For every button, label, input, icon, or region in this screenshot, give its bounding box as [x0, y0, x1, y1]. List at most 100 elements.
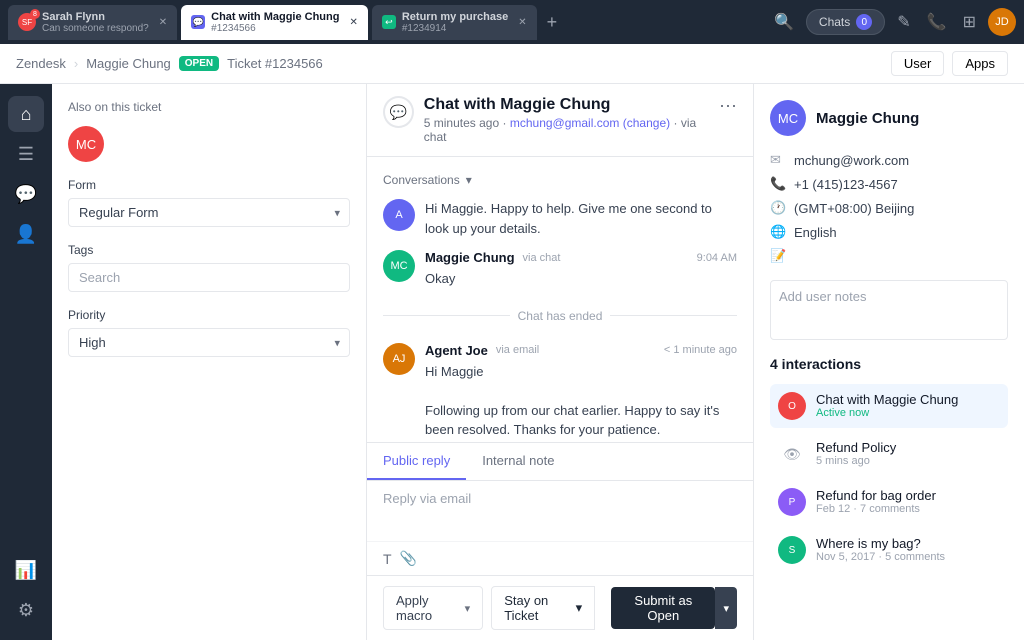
interaction-icon-eye: 👁: [778, 440, 806, 468]
chat-menu-button[interactable]: ⋯: [719, 96, 737, 117]
message-content: Hi Maggie. Happy to help. Give me one se…: [425, 199, 737, 238]
interaction-meta-bag-order: Feb 12 · 7 comments: [816, 503, 1000, 515]
interaction-content-refund-policy: Refund Policy 5 mins ago: [816, 440, 1000, 468]
interactions-title: 4 interactions: [770, 356, 1008, 372]
chat-time: 5 minutes ago: [424, 116, 499, 130]
chat-header-info: Chat with Maggie Chung 5 minutes ago · m…: [424, 96, 709, 144]
conversations-text: Conversations: [383, 173, 460, 187]
submit-as-open-button[interactable]: Submit as Open: [611, 587, 715, 629]
stay-on-ticket-button[interactable]: Stay on Ticket ▾: [491, 586, 595, 630]
breadcrumb-ticket: Ticket #1234566: [227, 56, 323, 71]
also-on-ticket-label: Also on this ticket: [68, 100, 350, 114]
tab-chat-maggie[interactable]: 💬 Chat with Maggie Chung #1234566 ✕: [181, 5, 368, 40]
breadcrumb-zendesk[interactable]: Zendesk: [16, 56, 66, 71]
interaction-icon-ticket-p: P: [778, 488, 806, 516]
user-notes-area[interactable]: Add user notes: [770, 280, 1008, 340]
priority-select-wrapper: High: [68, 328, 350, 357]
chat-change[interactable]: (change): [623, 116, 670, 130]
maggie-time: 9:04 AM: [697, 252, 737, 264]
chat-email[interactable]: mchung@gmail.com: [510, 116, 620, 130]
agent-joe-via: via email: [496, 344, 539, 356]
chat-ended-text: Chat has ended: [518, 309, 603, 323]
nav-users[interactable]: 👤: [8, 216, 44, 252]
close-tab-chat[interactable]: ✕: [349, 17, 357, 28]
interaction-status-active: Active now: [816, 407, 1000, 419]
add-tab-button[interactable]: +: [541, 12, 564, 33]
close-tab-sarah[interactable]: ✕: [159, 17, 167, 28]
apps-button[interactable]: Apps: [952, 51, 1008, 76]
tab-sub-chat: #1234566: [211, 23, 339, 34]
topbar-actions: 🔍 Chats 0 ✎ 📞 ⊞ JD: [770, 8, 1016, 36]
stay-arrow-icon: ▾: [576, 600, 583, 616]
reply-input[interactable]: Reply via email: [367, 481, 753, 541]
interaction-meta-refund-policy: 5 mins ago: [816, 455, 1000, 467]
email-icon: ✉: [770, 152, 786, 168]
tags-search-input[interactable]: [68, 263, 350, 292]
form-select[interactable]: Regular Form: [68, 198, 350, 227]
agent-joe-content: Agent Joe via email < 1 minute ago Hi Ma…: [425, 343, 737, 443]
interaction-content-bag-order: Refund for bag order Feb 12 · 7 comments: [816, 488, 1000, 516]
tab-sarah[interactable]: SF 8 Sarah Flynn Can someone respond? ✕: [8, 5, 177, 40]
interaction-refund-policy[interactable]: 👁 Refund Policy 5 mins ago: [770, 432, 1008, 476]
chats-count: 0: [856, 14, 872, 30]
nav-settings[interactable]: ⚙: [8, 592, 44, 628]
agent-avatar: A: [383, 199, 415, 231]
tab-internal-note[interactable]: Internal note: [466, 443, 570, 480]
chat-dot: ·: [503, 116, 510, 130]
contact-email: mchung@work.com: [794, 153, 909, 168]
interaction-icon-chat: O: [778, 392, 806, 420]
interaction-where-bag[interactable]: S Where is my bag? Nov 5, 2017 · 5 comme…: [770, 528, 1008, 572]
stay-on-ticket-group: Stay on Ticket ▾: [491, 586, 595, 630]
chat-title: Chat with Maggie Chung: [424, 96, 709, 114]
nav-tickets[interactable]: ☰: [8, 136, 44, 172]
close-tab-return[interactable]: ✕: [518, 17, 526, 28]
requester-avatar: MC: [68, 126, 104, 162]
chat-main: 💬 Chat with Maggie Chung 5 minutes ago ·…: [367, 84, 754, 640]
main-content: ⌂ ☰ 💬 👤 📊 ⚙ Also on this ticket MC Form …: [0, 84, 1024, 640]
tags-section: Tags: [68, 243, 350, 292]
submit-dropdown-button[interactable]: ▾: [715, 587, 737, 629]
contact-email-row: ✉ mchung@work.com: [770, 152, 1008, 168]
message-agent-initial: A Hi Maggie. Happy to help. Give me one …: [383, 199, 737, 238]
grid-icon[interactable]: ⊞: [959, 8, 980, 36]
nav-reports[interactable]: 📊: [8, 552, 44, 588]
user-button[interactable]: User: [891, 51, 944, 76]
interaction-name-where-bag: Where is my bag?: [816, 536, 1000, 551]
attachment-icon[interactable]: 📎: [400, 550, 417, 567]
maggie-text: Okay: [425, 269, 737, 289]
nav-chat[interactable]: 💬: [8, 176, 44, 212]
breadcrumb-maggie[interactable]: Maggie Chung: [86, 56, 171, 71]
contact-header: MC Maggie Chung: [770, 100, 1008, 136]
priority-select[interactable]: High: [68, 328, 350, 357]
interaction-chat-maggie[interactable]: O Chat with Maggie Chung Active now: [770, 384, 1008, 428]
agent-joe-avatar: AJ: [383, 343, 415, 375]
nav-home[interactable]: ⌂: [8, 96, 44, 132]
conversations-label[interactable]: Conversations ▾: [383, 173, 737, 187]
notes-placeholder: Add user notes: [779, 289, 866, 304]
chats-button[interactable]: Chats 0: [806, 9, 885, 35]
conversations-arrow: ▾: [466, 173, 472, 187]
compose-icon[interactable]: ✎: [893, 8, 914, 36]
contact-timezone: (GMT+08:00) Beijing: [794, 201, 914, 216]
user-avatar[interactable]: JD: [988, 8, 1016, 36]
contact-language: English: [794, 225, 837, 240]
chat-ended-divider: Chat has ended: [383, 309, 737, 323]
reply-tabs: Public reply Internal note: [367, 443, 753, 481]
contact-info: ✉ mchung@work.com 📞 +1 (415)123-4567 🕐 (…: [770, 152, 1008, 264]
tab-public-reply[interactable]: Public reply: [367, 443, 466, 480]
bottom-bar: Apply macro ▾ Stay on Ticket ▾ Submit as…: [367, 575, 753, 640]
stay-on-ticket-label: Stay on Ticket: [504, 593, 569, 623]
interaction-bag-order[interactable]: P Refund for bag order Feb 12 · 7 commen…: [770, 480, 1008, 524]
reply-toolbar: T 📎: [367, 541, 753, 575]
apply-macro-button[interactable]: Apply macro ▾: [383, 586, 483, 630]
tab-return[interactable]: ↩ Return my purchase #1234914 ✕: [372, 5, 537, 40]
breadcrumb-sep1: ›: [74, 56, 78, 71]
search-icon[interactable]: 🔍: [770, 8, 798, 36]
sidebar-nav: ⌂ ☰ 💬 👤 📊 ⚙: [0, 84, 52, 640]
notes-icon: 📝: [770, 248, 786, 264]
agent-joe-time: < 1 minute ago: [664, 344, 737, 356]
phone-icon[interactable]: 📞: [923, 8, 951, 36]
text-format-icon[interactable]: T: [383, 551, 392, 567]
chat-ended-line-left: [383, 315, 510, 316]
apply-macro-arrow: ▾: [465, 602, 471, 615]
